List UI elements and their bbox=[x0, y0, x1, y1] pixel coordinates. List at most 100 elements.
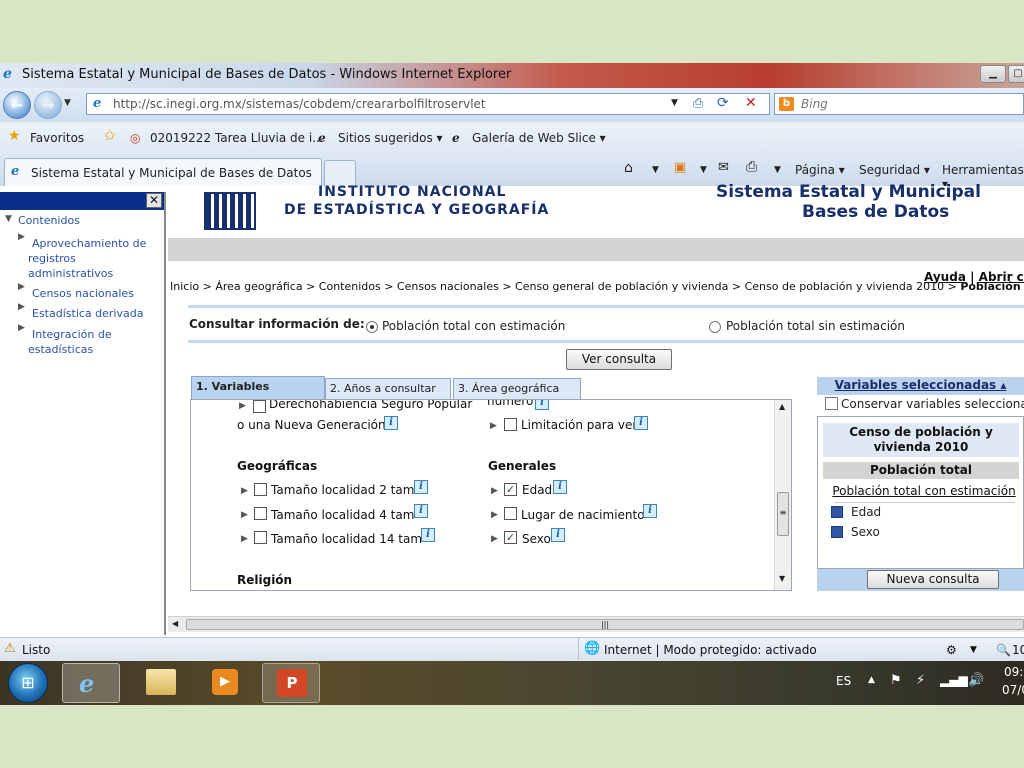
print-icon[interactable]: ⎙ bbox=[746, 159, 757, 175]
collapsed-icon[interactable]: ▶ bbox=[18, 232, 25, 242]
home-dropdown-icon[interactable]: ▼ bbox=[652, 165, 659, 175]
tree-item-censos[interactable]: Censos nacionales bbox=[32, 286, 134, 301]
taskbar-explorer[interactable] bbox=[134, 663, 192, 703]
mail-icon[interactable]: ✉ bbox=[718, 160, 729, 175]
info-icon[interactable]: i bbox=[535, 400, 549, 410]
checkbox[interactable] bbox=[504, 507, 517, 520]
rss-dropdown-icon[interactable]: ▼ bbox=[700, 165, 707, 175]
start-button[interactable]: ⊞ bbox=[8, 663, 48, 703]
info-icon[interactable]: i bbox=[384, 416, 398, 430]
tree-root-contenidos[interactable]: Contenidos bbox=[18, 213, 80, 228]
expand-icon[interactable]: ▶ bbox=[241, 486, 248, 496]
network-icon[interactable]: ▂▄▆ bbox=[940, 673, 968, 687]
new-tab-button[interactable] bbox=[324, 160, 356, 186]
search-field[interactable]: b Bing bbox=[774, 93, 1024, 115]
address-dropdown-icon[interactable]: ▼ bbox=[671, 98, 678, 108]
taskbar-powerpoint[interactable]: P bbox=[262, 663, 320, 703]
page-menu[interactable]: Página ▾ bbox=[795, 163, 845, 177]
clock-date[interactable]: 07/0 bbox=[1002, 683, 1024, 697]
power-icon[interactable]: ⚡ bbox=[916, 673, 925, 688]
taskbar-media[interactable]: ▶ bbox=[196, 663, 254, 703]
scroll-thumb[interactable]: ||| bbox=[186, 619, 1024, 630]
language-indicator[interactable]: ES bbox=[836, 674, 851, 688]
close-pane-button[interactable]: ✕ bbox=[146, 193, 162, 208]
scroll-left-icon[interactable]: ◀ bbox=[172, 619, 178, 628]
address-field[interactable]: e http://sc.inegi.org.mx/sistemas/cobdem… bbox=[86, 93, 770, 115]
expand-icon[interactable]: ▶ bbox=[241, 534, 248, 544]
new-query-button[interactable]: Nueva consulta bbox=[867, 570, 999, 589]
selected-variables-title[interactable]: Variables seleccionadas ▴ bbox=[817, 377, 1024, 395]
forward-button[interactable]: → bbox=[34, 91, 62, 119]
scroll-down-icon[interactable]: ▼ bbox=[779, 574, 785, 583]
radio-with-estimation[interactable] bbox=[366, 321, 378, 333]
checkbox[interactable] bbox=[254, 507, 267, 520]
info-icon[interactable]: i bbox=[421, 528, 435, 542]
vertical-scrollbar[interactable]: ▲ ≡ ▼ bbox=[774, 400, 791, 590]
zoom-icon[interactable]: 🔍 bbox=[996, 643, 1011, 657]
add-favorite-icon[interactable]: ✩ bbox=[104, 128, 116, 144]
info-icon[interactable]: i bbox=[414, 504, 428, 518]
tree-item-integracion[interactable]: Integración de estadísticas bbox=[28, 327, 138, 357]
expand-icon[interactable]: ▶ bbox=[490, 421, 497, 431]
radio-without-estimation-label[interactable]: Población total sin estimación bbox=[726, 319, 905, 333]
history-dropdown-icon[interactable]: ▼ bbox=[64, 98, 71, 108]
collapsed-icon[interactable]: ▶ bbox=[18, 282, 25, 292]
info-icon[interactable]: i bbox=[634, 416, 648, 430]
expand-icon[interactable]: ▶ bbox=[491, 510, 498, 520]
maximize-button[interactable]: ▢ bbox=[1008, 65, 1024, 83]
stop-icon[interactable]: ✕ bbox=[745, 95, 757, 111]
rss-icon[interactable]: ▣ bbox=[674, 160, 686, 175]
fav-item-tarea[interactable]: 02019222 Tarea Lluvia de i... bbox=[150, 131, 324, 145]
favorites-button[interactable]: Favoritos bbox=[30, 131, 84, 145]
checkbox[interactable] bbox=[253, 400, 266, 413]
collapsed-icon[interactable]: ▶ bbox=[18, 323, 25, 333]
expand-icon[interactable]: ▶ bbox=[491, 534, 498, 544]
print-dropdown-icon[interactable]: ▼ bbox=[774, 165, 781, 175]
fav-item-sitios[interactable]: Sitios sugeridos ▾ bbox=[338, 131, 443, 145]
expanded-icon[interactable]: ▼ bbox=[5, 214, 12, 224]
radio-without-estimation[interactable] bbox=[709, 321, 721, 333]
zone-dropdown-icon[interactable]: ▼ bbox=[970, 645, 977, 655]
fav-item-webslice[interactable]: Galería de Web Slice ▾ bbox=[472, 131, 606, 145]
taskbar-ie[interactable]: e bbox=[62, 663, 120, 703]
info-icon[interactable]: i bbox=[551, 528, 565, 542]
collapsed-icon[interactable]: ▶ bbox=[18, 302, 25, 312]
settings-icon[interactable]: ⚙ bbox=[946, 643, 957, 657]
view-query-button[interactable]: Ver consulta bbox=[566, 349, 672, 370]
info-icon[interactable]: i bbox=[643, 504, 657, 518]
back-button[interactable]: ← bbox=[3, 91, 31, 119]
horizontal-scrollbar[interactable]: ◀ ||| bbox=[168, 616, 1024, 632]
expand-icon[interactable]: ▶ bbox=[491, 486, 498, 496]
tab-variables[interactable]: 1. Variables bbox=[191, 376, 325, 400]
show-hidden-icons[interactable]: ▲ bbox=[868, 675, 875, 685]
checkbox-sexo[interactable]: ✓ bbox=[504, 531, 517, 544]
keep-checkbox[interactable] bbox=[825, 397, 838, 410]
tree-item-estadistica[interactable]: Estadística derivada bbox=[32, 306, 143, 321]
clock-time[interactable]: 09:5 bbox=[1004, 665, 1024, 679]
tab-active[interactable]: e Sistema Estatal y Municipal de Bases d… bbox=[4, 158, 322, 186]
tab-area[interactable]: 3. Área geográfica bbox=[453, 378, 581, 400]
scroll-thumb[interactable]: ≡ bbox=[777, 492, 789, 536]
zoom-level[interactable]: 10 bbox=[1012, 643, 1024, 657]
checkbox-edad[interactable]: ✓ bbox=[504, 483, 517, 496]
tab-years[interactable]: 2. Años a consultar bbox=[325, 378, 451, 400]
info-icon[interactable]: i bbox=[553, 480, 567, 494]
action-center-icon[interactable]: ⚑ bbox=[890, 673, 902, 688]
expand-icon[interactable]: ▶ bbox=[241, 510, 248, 520]
breadcrumb-path[interactable]: Inicio > Área geográfica > Contenidos > … bbox=[170, 280, 960, 293]
checkbox[interactable] bbox=[254, 483, 267, 496]
checkbox[interactable] bbox=[254, 531, 267, 544]
minimize-button[interactable]: ▁ bbox=[980, 65, 1006, 83]
info-icon[interactable]: i bbox=[414, 480, 428, 494]
security-zone[interactable]: Internet | Modo protegido: activado bbox=[604, 643, 817, 657]
home-icon[interactable]: ⌂ bbox=[624, 160, 633, 176]
checkbox[interactable] bbox=[504, 418, 517, 431]
radio-with-estimation-label[interactable]: Población total con estimación bbox=[382, 319, 565, 333]
refresh-icon[interactable]: ⟳ bbox=[717, 95, 729, 111]
scroll-up-icon[interactable]: ▲ bbox=[779, 402, 785, 411]
compat-view-icon[interactable]: ⎙ bbox=[693, 96, 703, 111]
security-menu[interactable]: Seguridad ▾ bbox=[859, 163, 930, 177]
variables-list[interactable]: ▶ Derechohabiencia Seguro Popular o una … bbox=[190, 399, 792, 591]
expand-icon[interactable]: ▶ bbox=[239, 401, 246, 411]
volume-icon[interactable]: 🔊 bbox=[968, 673, 984, 688]
